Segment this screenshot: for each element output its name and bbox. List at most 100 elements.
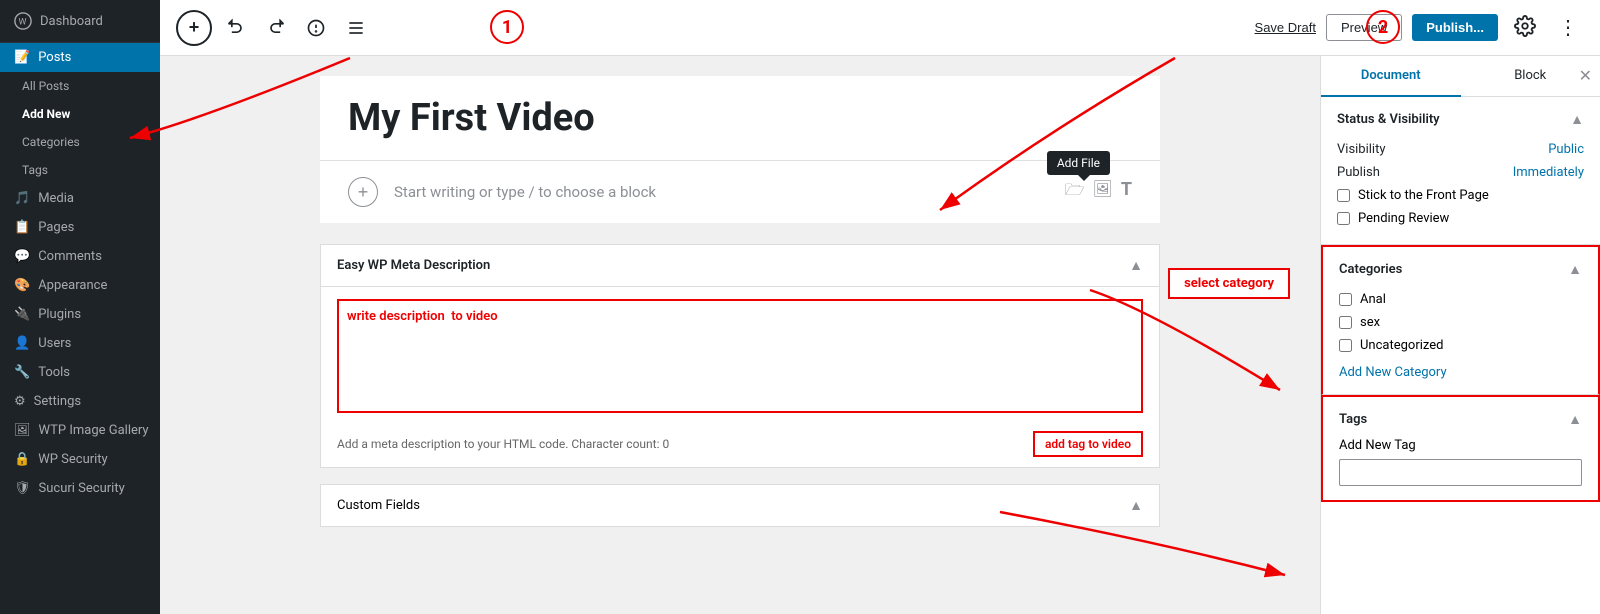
custom-fields-header[interactable]: Custom Fields ▲ (321, 485, 1159, 526)
stick-front-page-row: Stick to the Front Page (1337, 184, 1584, 207)
annotation-badge-2: 2 (1366, 10, 1400, 44)
list-view-button[interactable] (340, 12, 372, 44)
content-block: + Start writing or type / to choose a bl… (320, 161, 1160, 224)
custom-fields-section: Custom Fields ▲ (320, 484, 1160, 527)
plugins-icon: 🔌 (14, 307, 30, 322)
info-button[interactable] (300, 12, 332, 44)
title-input-area[interactable] (320, 76, 1160, 161)
category-uncategorized-checkbox[interactable] (1339, 339, 1352, 352)
sidebar-all-posts-label: All Posts (22, 79, 69, 93)
meta-description-header[interactable]: Easy WP Meta Description ▲ (321, 245, 1159, 287)
sidebar-appearance-label: Appearance (38, 278, 107, 293)
category-sex-checkbox[interactable] (1339, 316, 1352, 329)
panel-close-button[interactable]: ✕ (1579, 66, 1592, 86)
sidebar-add-new-label: Add New (22, 107, 70, 121)
sidebar-item-wp-security[interactable]: 🔒 WP Security (0, 445, 160, 474)
content-placeholder[interactable]: Start writing or type / to choose a bloc… (394, 183, 1049, 201)
settings-button[interactable] (1508, 9, 1542, 46)
add-block-inline-button[interactable]: + (348, 177, 378, 207)
redo-button[interactable] (260, 12, 292, 44)
status-visibility-title: Status & Visibility (1337, 112, 1440, 127)
sidebar-item-users[interactable]: 👤 Users (0, 329, 160, 358)
sidebar-item-add-new[interactable]: Add New (0, 100, 160, 128)
sidebar-item-sucuri[interactable]: 🛡 Sucuri Security (0, 474, 160, 503)
sidebar-tags-label: Tags (22, 163, 48, 177)
sidebar-item-all-posts[interactable]: All Posts (0, 72, 160, 100)
sidebar-posts-label: Posts (38, 50, 71, 65)
sidebar-tools-label: Tools (38, 365, 70, 380)
custom-fields-collapse-icon[interactable]: ▲ (1129, 497, 1143, 514)
add-tag-annotation: add tag to video (1033, 431, 1143, 457)
sidebar-item-wtp[interactable]: 🖼 WTP Image Gallery (0, 416, 160, 445)
meta-description-section: Easy WP Meta Description ▲ write descrip… (320, 244, 1160, 468)
post-title-input[interactable] (348, 96, 1132, 140)
status-visibility-header: Status & Visibility ▲ (1337, 111, 1584, 128)
tags-header: Tags ▲ (1339, 411, 1582, 428)
add-new-category-container: Add New Category (1339, 365, 1582, 380)
comments-icon: 💬 (14, 249, 30, 264)
more-options-button[interactable]: ⋮ (1552, 12, 1584, 44)
pending-review-label: Pending Review (1358, 211, 1449, 226)
tags-collapse-icon[interactable]: ▲ (1568, 411, 1582, 428)
sucuri-icon: 🛡 (14, 481, 31, 496)
sidebar-item-tags[interactable]: Tags (0, 156, 160, 184)
add-new-tag-label-container: Add New Tag (1339, 438, 1582, 453)
tag-input[interactable] (1339, 459, 1582, 486)
sidebar-item-appearance[interactable]: 🎨 Appearance (0, 271, 160, 300)
sidebar-categories-label: Categories (22, 135, 80, 149)
categories-header: Categories ▲ (1339, 261, 1582, 278)
sidebar-item-posts[interactable]: 📝 Posts (0, 43, 160, 72)
annotation-badge-1: 1 (490, 10, 524, 44)
meta-collapse-icon[interactable]: ▲ (1129, 257, 1143, 274)
image-icon[interactable]: 🖼 (1093, 179, 1113, 206)
publish-button[interactable]: Publish... (1412, 14, 1498, 41)
sidebar-item-settings[interactable]: ⚙ Settings (0, 387, 160, 416)
main-area: + 1 2 Save Draft Preview Publish... (160, 0, 1600, 614)
categories-collapse-icon[interactable]: ▲ (1568, 261, 1582, 278)
meta-description-textarea[interactable]: write description to video (347, 309, 1133, 399)
sidebar-comments-label: Comments (38, 249, 102, 264)
sidebar-logo[interactable]: W Dashboard (0, 0, 160, 43)
tab-document[interactable]: Document (1321, 56, 1461, 97)
publish-label: Publish (1337, 165, 1380, 180)
custom-fields-title: Custom Fields (337, 498, 420, 513)
publish-value[interactable]: Immediately (1513, 165, 1584, 180)
meta-description-box[interactable]: write description to video (337, 299, 1143, 413)
posts-icon: 📝 (14, 50, 30, 65)
visibility-row: Visibility Public (1337, 138, 1584, 161)
sidebar-item-pages[interactable]: 📋 Pages (0, 213, 160, 242)
category-sex-row: sex (1339, 311, 1582, 334)
users-icon: 👤 (14, 336, 30, 351)
category-anal-label: Anal (1360, 292, 1386, 307)
save-draft-button[interactable]: Save Draft (1255, 20, 1316, 35)
tags-title: Tags (1339, 412, 1367, 427)
category-uncategorized-row: Uncategorized (1339, 334, 1582, 357)
category-anal-row: Anal (1339, 288, 1582, 311)
sidebar-plugins-label: Plugins (38, 307, 81, 322)
sidebar-item-categories[interactable]: Categories (0, 128, 160, 156)
visibility-value[interactable]: Public (1548, 142, 1584, 157)
status-visibility-collapse-icon[interactable]: ▲ (1570, 111, 1584, 128)
category-anal-checkbox[interactable] (1339, 293, 1352, 306)
sidebar-item-plugins[interactable]: 🔌 Plugins (0, 300, 160, 329)
sidebar-item-tools[interactable]: 🔧 Tools (0, 358, 160, 387)
svg-text:W: W (19, 18, 27, 28)
sidebar-settings-label: Settings (34, 394, 81, 409)
add-block-toolbar-button[interactable]: + (176, 10, 212, 46)
category-sex-label: sex (1360, 315, 1380, 330)
add-new-category-link[interactable]: Add New Category (1339, 365, 1447, 380)
sidebar-item-comments[interactable]: 💬 Comments (0, 242, 160, 271)
text-icon[interactable]: T (1121, 179, 1132, 206)
appearance-icon: 🎨 (14, 278, 30, 293)
right-panel: Document Block ✕ Status & Visibility ▲ V… (1320, 56, 1600, 614)
folder-icon[interactable]: 🗁 (1065, 179, 1085, 206)
pages-icon: 📋 (14, 220, 30, 235)
pending-review-row: Pending Review (1337, 207, 1584, 230)
pending-review-checkbox[interactable] (1337, 212, 1350, 225)
sidebar-item-media[interactable]: 🎵 Media (0, 184, 160, 213)
undo-button[interactable] (220, 12, 252, 44)
stick-front-page-checkbox[interactable] (1337, 189, 1350, 202)
meta-description-title: Easy WP Meta Description (337, 258, 490, 273)
wp-security-icon: 🔒 (14, 452, 30, 467)
sidebar-users-label: Users (38, 336, 71, 351)
